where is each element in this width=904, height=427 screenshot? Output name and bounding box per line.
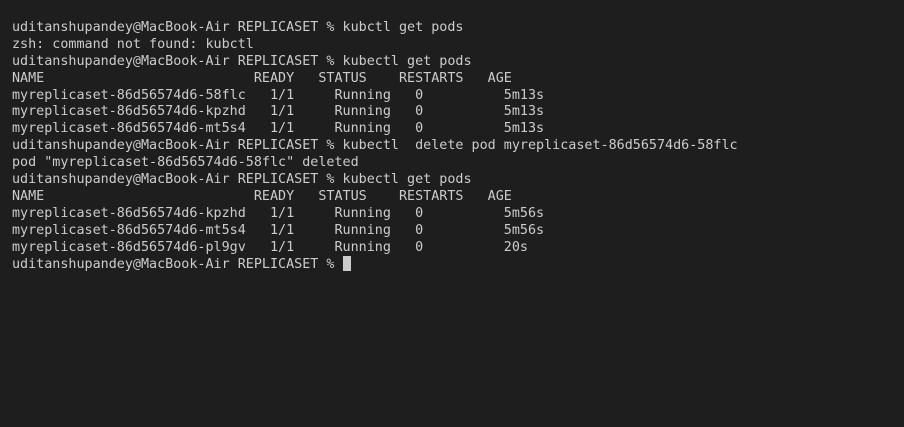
terminal-line: uditanshupandey@MacBook-Air REPLICASET %… [12,138,738,154]
table-row: myreplicaset-86d56574d6-mt5s4 1/1 Runnin… [12,121,545,137]
text-cursor [342,256,351,272]
table-header: NAME READY STATUS RESTARTS AGE [12,188,512,204]
table-row: myreplicaset-86d56574d6-kpzhd 1/1 Runnin… [12,104,545,120]
prompt-text: uditanshupandey@MacBook-Air REPLICASET % [12,257,343,273]
table-row: myreplicaset-86d56574d6-pl9gv 1/1 Runnin… [12,239,528,255]
table-row: myreplicaset-86d56574d6-mt5s4 1/1 Runnin… [12,222,545,238]
table-header: NAME READY STATUS RESTARTS AGE [12,70,512,86]
prompt-line[interactable]: uditanshupandey@MacBook-Air REPLICASET % [12,256,904,273]
terminal-line: uditanshupandey@MacBook-Air REPLICASET %… [12,53,472,69]
terminal-line: uditanshupandey@MacBook-Air REPLICASET %… [12,20,464,35]
terminal-line: zsh: command not found: kubctl [12,36,254,52]
terminal-window[interactable]: uditanshupandey@MacBook-Air REPLICASET %… [0,0,904,427]
table-row: myreplicaset-86d56574d6-kpzhd 1/1 Runnin… [12,205,545,221]
table-row: myreplicaset-86d56574d6-58flc 1/1 Runnin… [12,87,545,103]
terminal-line: uditanshupandey@MacBook-Air REPLICASET %… [12,172,472,188]
terminal-line: pod "myreplicaset-86d56574d6-58flc" dele… [12,155,359,171]
